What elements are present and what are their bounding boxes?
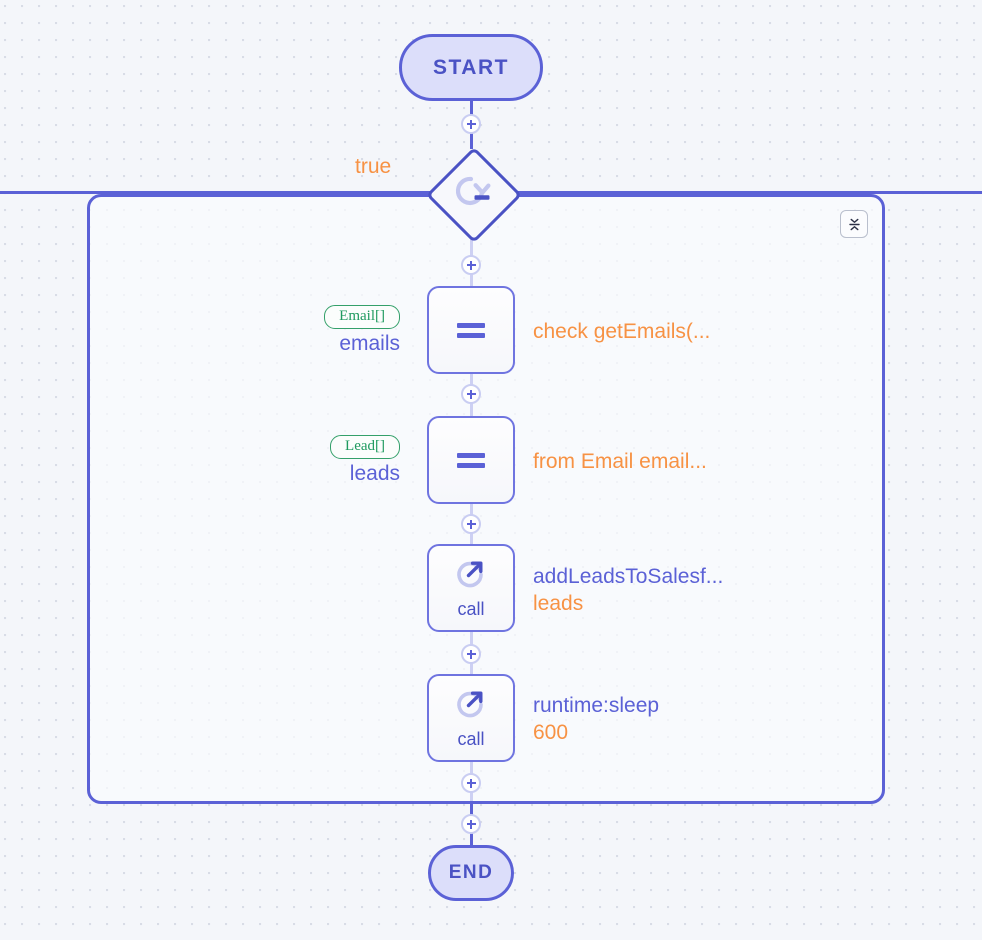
add-node-handle[interactable] (461, 114, 481, 134)
node-start-label: START (433, 55, 509, 79)
call-salesforce-expression-block: addLeadsToSalesf... leads (533, 564, 723, 618)
assign-emails-expression: check getEmails(... (533, 320, 711, 343)
assign-leads-expression: from Email email... (533, 450, 707, 473)
add-node-handle[interactable] (461, 814, 481, 834)
node-start[interactable]: START (399, 34, 543, 101)
node-call-sleep[interactable]: call (427, 674, 515, 762)
add-node-handle[interactable] (461, 773, 481, 793)
assign-leads-expression-block: from Email email... (533, 449, 707, 476)
node-assign-leads[interactable] (427, 416, 515, 504)
call-salesforce-target: addLeadsToSalesf... (533, 565, 724, 588)
call-sleep-argument: 600 (533, 720, 569, 744)
node-end[interactable]: END (428, 845, 514, 901)
call-sleep-target: runtime:sleep (533, 694, 660, 717)
add-node-handle[interactable] (461, 644, 481, 664)
assign-emails-variable: Email[] emails (180, 305, 400, 356)
call-arrow-icon (454, 686, 488, 725)
assign-emails-variable-name: emails (339, 331, 400, 355)
loop-condition-label: true (355, 155, 392, 178)
equals-operator-icon (457, 322, 485, 338)
call-arrow-icon (454, 556, 488, 595)
add-node-handle[interactable] (461, 255, 481, 275)
node-end-label: END (448, 862, 494, 883)
node-loop[interactable] (425, 146, 523, 244)
equals-operator-icon (457, 452, 485, 468)
assign-emails-type-badge: Email[] (324, 305, 400, 329)
flowchart-canvas[interactable]: START true Email[] emails check getEmail… (0, 0, 982, 940)
add-node-handle[interactable] (461, 514, 481, 534)
collapse-vertical-icon[interactable] (840, 210, 868, 238)
assign-leads-type-badge: Lead[] (330, 435, 400, 459)
node-assign-emails[interactable] (427, 286, 515, 374)
call-sleep-expression-block: runtime:sleep 600 (533, 693, 659, 747)
assign-leads-variable: Lead[] leads (180, 435, 400, 486)
add-node-handle[interactable] (461, 384, 481, 404)
node-call-salesforce[interactable]: call (427, 544, 515, 632)
loop-repeat-icon (427, 148, 515, 236)
node-call-salesforce-kind: call (457, 599, 485, 619)
call-salesforce-argument: leads (533, 591, 584, 615)
assign-emails-expression-block: check getEmails(... (533, 319, 710, 346)
assign-leads-variable-name: leads (349, 461, 400, 485)
node-call-sleep-kind: call (457, 729, 485, 749)
